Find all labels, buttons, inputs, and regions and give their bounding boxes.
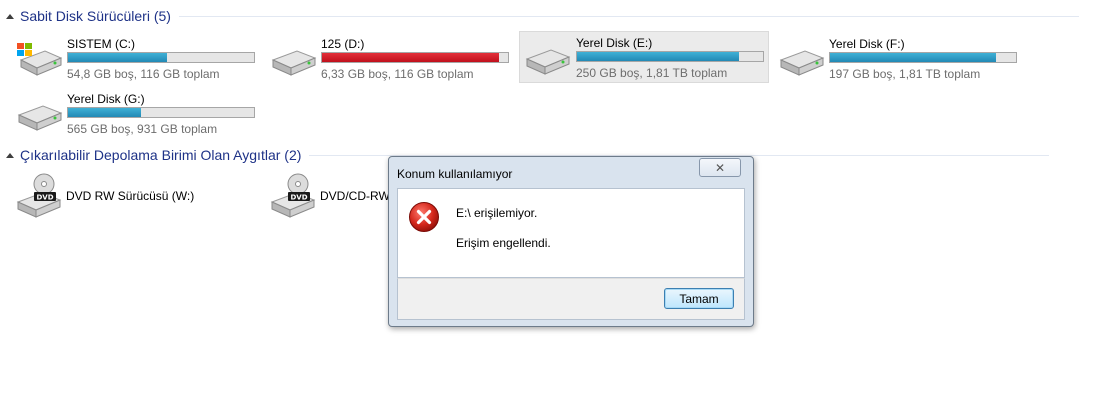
dvd-drive-tile-w[interactable]: DVD DVD RW Sürücüsü (W:) (14, 172, 264, 222)
drive-tile-f[interactable]: Yerel Disk (F:) 197 GB boş, 1,81 TB topl… (776, 32, 1026, 82)
device-name: DVD/CD-RW (320, 189, 388, 203)
drive-usage-fill (830, 53, 996, 62)
windows-drive-icon (17, 43, 63, 76)
error-icon (409, 202, 439, 232)
error-detail: Erişim engellendi. (456, 236, 551, 250)
dvd-drive-tile[interactable]: DVD DVD/CD-RW (268, 172, 388, 222)
drive-space-info: 565 GB boş, 931 GB toplam (67, 122, 218, 136)
collapse-arrow-icon[interactable] (6, 13, 14, 19)
close-button[interactable]: ✕ (699, 158, 741, 177)
drive-usage-fill (577, 52, 739, 61)
group-title: Çıkarılabilir Depolama Birimi Olan Aygıt… (20, 147, 302, 163)
drive-usage-bar (576, 51, 764, 62)
group-divider (178, 15, 1079, 17)
drive-name: SISTEM (C:) (67, 37, 135, 51)
drive-space-info: 250 GB boş, 1,81 TB toplam (576, 66, 728, 80)
error-dialog: Konum kullanılamıyor ✕ E:\ erişilemiyor.… (388, 156, 754, 327)
hard-drive-icon (271, 50, 317, 76)
drive-tile-d[interactable]: 125 (D:) 6,33 GB boş, 116 GB toplam (268, 32, 518, 82)
dvd-drive-icon: DVD (270, 173, 316, 218)
group-header-hard-drives[interactable]: Sabit Disk Sürücüleri (5) (0, 6, 1102, 26)
drive-name: Yerel Disk (E:) (576, 36, 653, 50)
drive-tile-e[interactable]: Yerel Disk (E:) 250 GB boş, 1,81 TB topl… (519, 31, 769, 83)
dialog-footer: Tamam (397, 278, 745, 320)
ok-button[interactable]: Tamam (664, 288, 734, 309)
drive-usage-bar (321, 52, 509, 63)
dialog-title: Konum kullanılamıyor (397, 167, 513, 181)
drive-space-info: 197 GB boş, 1,81 TB toplam (829, 67, 981, 81)
group-title: Sabit Disk Sürücüleri (5) (20, 8, 171, 24)
hard-drive-icon (525, 49, 571, 75)
collapse-arrow-icon[interactable] (6, 152, 14, 158)
error-message: E:\ erişilemiyor. (456, 206, 538, 220)
dvd-badge: DVD (290, 194, 307, 202)
drive-usage-fill (322, 53, 499, 62)
drive-name: Yerel Disk (F:) (829, 37, 905, 51)
drive-usage-fill (68, 53, 167, 62)
drive-usage-bar (67, 107, 255, 118)
drive-usage-bar (67, 52, 255, 63)
drive-name: Yerel Disk (G:) (67, 92, 145, 106)
drive-tile-g[interactable]: Yerel Disk (G:) 565 GB boş, 931 GB topla… (14, 87, 264, 137)
drive-usage-fill (68, 108, 141, 117)
dvd-badge: DVD (36, 194, 53, 202)
hard-drive-icon (779, 50, 825, 76)
drive-usage-bar (829, 52, 1017, 63)
dvd-drive-icon: DVD (16, 173, 62, 218)
drive-name: 125 (D:) (321, 37, 365, 51)
drive-space-info: 6,33 GB boş, 116 GB toplam (321, 67, 474, 81)
close-icon: ✕ (714, 160, 726, 175)
device-name: DVD RW Sürücüsü (W:) (66, 189, 195, 203)
dialog-body: E:\ erişilemiyor. Erişim engellendi. (397, 188, 745, 278)
drive-tile-c[interactable]: SISTEM (C:) 54,8 GB boş, 116 GB toplam (14, 32, 264, 82)
drive-space-info: 54,8 GB boş, 116 GB toplam (67, 67, 220, 81)
hard-drive-icon (17, 105, 63, 131)
